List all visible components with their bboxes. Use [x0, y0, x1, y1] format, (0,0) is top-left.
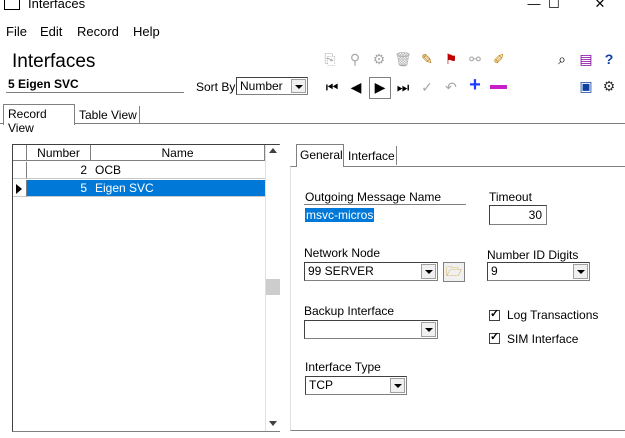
menu-file[interactable]: File: [6, 24, 27, 39]
network-node-label: Network Node: [304, 246, 381, 260]
binoculars-icon[interactable]: ⌕: [553, 50, 571, 68]
outgoing-message-label: Outgoing Message Name: [305, 190, 442, 204]
chevron-down-icon[interactable]: [291, 79, 306, 93]
current-record-display: 5 Eigen SVC: [6, 75, 184, 93]
cell-name: Eigen SVC: [91, 180, 265, 197]
backup-interface-label: Backup Interface: [304, 304, 395, 318]
remove-record-icon[interactable]: [490, 85, 507, 89]
next-record-icon[interactable]: ▶: [369, 77, 391, 99]
menu-record[interactable]: Record: [77, 24, 119, 39]
first-record-icon[interactable]: ⏮: [323, 78, 341, 96]
help-cursor-icon[interactable]: ?: [600, 50, 618, 68]
prev-record-icon[interactable]: ◀: [347, 78, 365, 96]
network-node-select[interactable]: 99 SERVER: [304, 262, 438, 281]
tab-table-view[interactable]: Table View: [75, 106, 140, 123]
number-id-select[interactable]: 9: [487, 262, 590, 281]
timeout-input[interactable]: 30: [489, 205, 547, 225]
column-header-name[interactable]: Name: [91, 145, 265, 161]
menu-edit[interactable]: Edit: [40, 24, 62, 39]
app-icon: [4, 0, 20, 10]
header-row-selector: [13, 145, 27, 161]
link-icon[interactable]: ⚯: [466, 50, 484, 68]
vertical-scrollbar[interactable]: [265, 145, 280, 431]
edit-record-icon[interactable]: ✎: [418, 50, 436, 68]
chevron-down-icon[interactable]: [421, 264, 436, 279]
pencil-icon[interactable]: ✐: [490, 50, 508, 68]
row-pointer-icon[interactable]: [13, 180, 27, 197]
scroll-up-icon[interactable]: [269, 148, 277, 153]
table-row-selected[interactable]: 5 Eigen SVC: [13, 180, 265, 197]
interface-type-label: Interface Type: [305, 360, 381, 374]
outgoing-message-input[interactable]: msvc-micros: [305, 208, 375, 222]
title-bar: Interfaces — ☐ ✕: [0, 0, 625, 16]
page-title: Interfaces: [12, 51, 96, 72]
add-record-icon[interactable]: +: [466, 75, 484, 95]
log-transactions-label: Log Transactions: [507, 308, 599, 322]
menu-bar: File Edit Record Help: [0, 22, 625, 42]
chevron-down-icon[interactable]: [390, 378, 405, 393]
log-transactions-checkbox[interactable]: [489, 307, 500, 321]
copy-record-icon[interactable]: ⎘: [321, 50, 339, 68]
menu-help[interactable]: Help: [133, 24, 160, 39]
folder-open-icon[interactable]: 🗁: [443, 262, 465, 282]
last-record-icon[interactable]: ⏭: [394, 78, 412, 96]
cell-number: 5: [27, 180, 91, 197]
wand-icon[interactable]: ⚲: [346, 50, 364, 68]
interface-type-select[interactable]: TCP: [305, 376, 407, 395]
gears-icon[interactable]: ⚙: [600, 77, 618, 95]
sim-interface-checkbox[interactable]: [489, 330, 500, 344]
network-icon[interactable]: ⚙: [370, 50, 388, 68]
table-row[interactable]: 2 OCB: [13, 162, 265, 179]
sort-by-label: Sort By: [196, 80, 236, 94]
cell-name: OCB: [91, 162, 265, 179]
column-header-number[interactable]: Number: [27, 145, 91, 161]
tab-record-view[interactable]: Record View: [3, 104, 75, 135]
save-check-icon[interactable]: ✓: [418, 78, 436, 96]
chevron-down-icon[interactable]: [421, 322, 436, 337]
window-title: Interfaces: [28, 0, 86, 11]
close-button[interactable]: ✕: [580, 0, 620, 14]
sort-by-select[interactable]: Number: [236, 77, 308, 95]
chevron-down-icon[interactable]: [573, 264, 588, 279]
tab-divider: [0, 123, 625, 124]
delete-icon[interactable]: 🗑: [394, 50, 412, 68]
row-selector[interactable]: [13, 162, 27, 179]
sim-interface-label: SIM Interface: [507, 332, 579, 346]
records-table: Number Name 2 OCB 5 Eigen SVC: [12, 144, 280, 432]
monitor-icon[interactable]: ▣: [577, 77, 595, 95]
scroll-down-icon[interactable]: [269, 421, 277, 426]
sort-by-value: Number: [240, 79, 283, 93]
maximize-button[interactable]: ☐: [534, 0, 574, 14]
tab-interface[interactable]: Interface: [344, 146, 397, 165]
tab-general[interactable]: General: [296, 144, 344, 167]
scroll-thumb[interactable]: [266, 279, 280, 295]
timeout-label: Timeout: [489, 190, 532, 204]
cell-number: 2: [27, 162, 91, 179]
flag-icon[interactable]: ⚑: [442, 50, 460, 68]
undo-icon[interactable]: ↶: [442, 78, 460, 96]
book-icon[interactable]: ▤: [577, 50, 595, 68]
backup-interface-select[interactable]: [304, 320, 438, 339]
number-id-label: Number ID Digits: [487, 248, 579, 262]
